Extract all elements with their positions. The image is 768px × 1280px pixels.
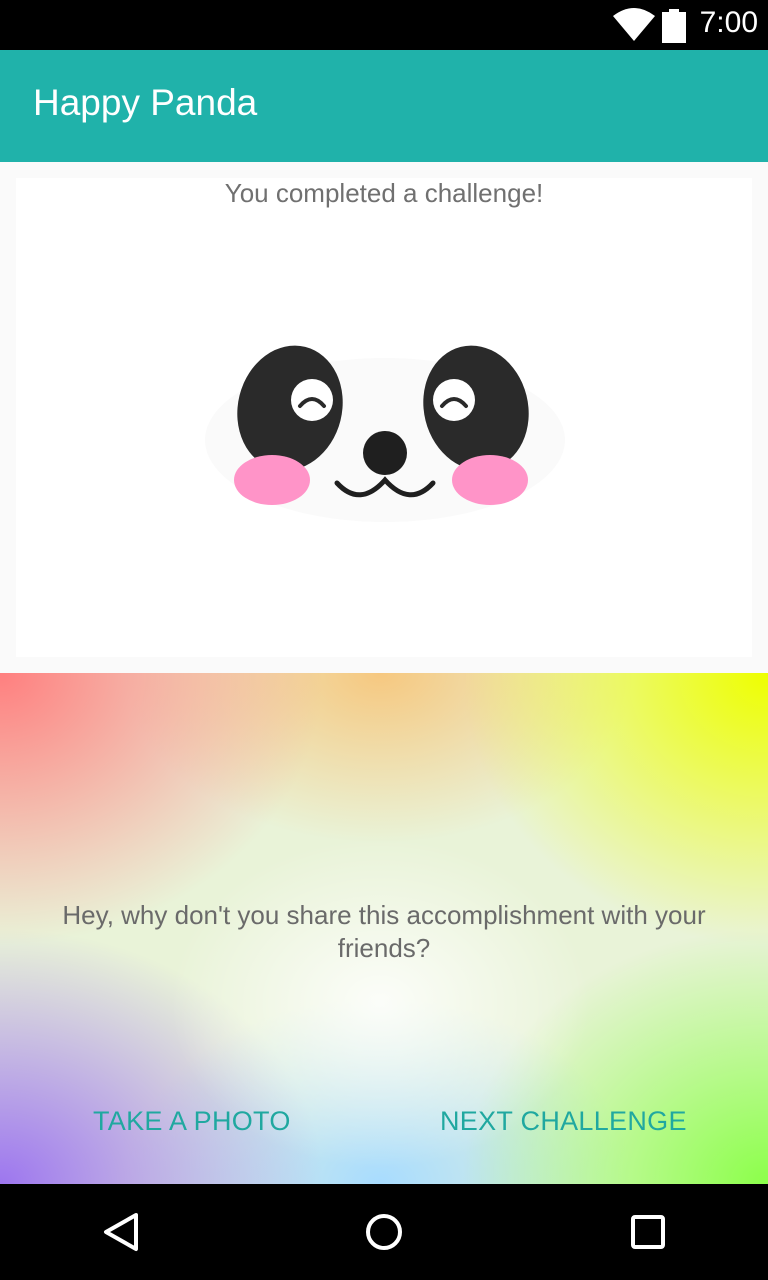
battery-icon: [662, 9, 686, 43]
share-panel: Hey, why don't you share this accomplish…: [0, 673, 768, 1184]
status-bar: 7:00: [0, 0, 768, 50]
status-time: 7:00: [699, 6, 758, 39]
next-challenge-button[interactable]: NEXT CHALLENGE: [440, 1101, 687, 1141]
left-cheek: [234, 455, 310, 505]
take-photo-button[interactable]: TAKE A PHOTO: [93, 1101, 291, 1141]
right-cheek: [452, 455, 528, 505]
nose: [363, 431, 407, 475]
share-prompt: Hey, why don't you share this accomplish…: [62, 900, 706, 963]
recents-icon[interactable]: [630, 1212, 666, 1252]
app-bar: Happy Panda: [0, 50, 768, 162]
back-icon[interactable]: [102, 1212, 140, 1252]
completion-message: You completed a challenge!: [224, 178, 544, 208]
home-icon[interactable]: [364, 1212, 404, 1252]
wifi-icon: [613, 8, 655, 41]
panda-face-image: [205, 345, 565, 522]
navigation-bar: [0, 1184, 768, 1280]
app-title: Happy Panda: [33, 82, 258, 123]
